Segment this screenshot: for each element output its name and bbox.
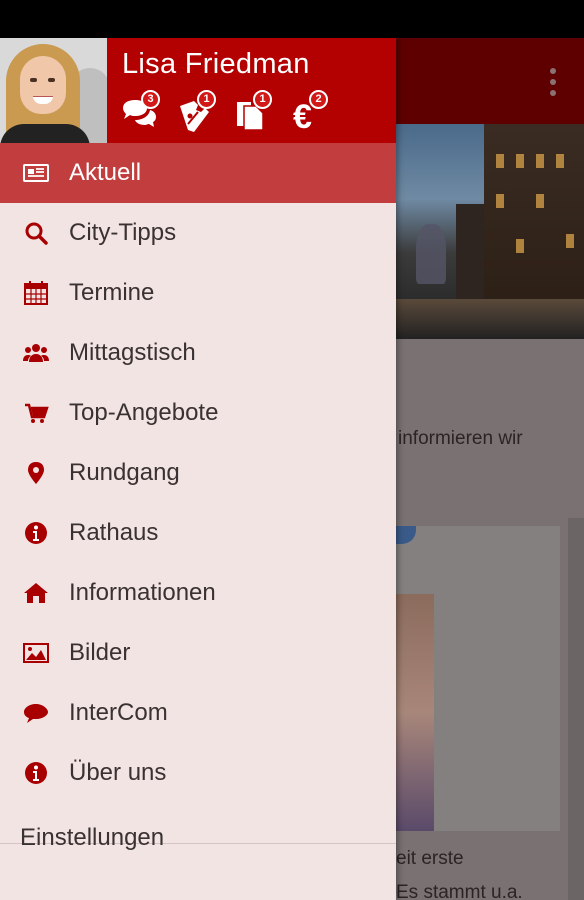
image-icon — [19, 638, 53, 668]
drawer-menu: Aktuell City-Tipps Termine Mittagstisch … — [0, 143, 396, 803]
calendar-icon — [19, 278, 53, 308]
avatar[interactable] — [0, 38, 107, 143]
menu-item-label: Über uns — [69, 759, 167, 786]
messages-button[interactable]: 3 — [120, 90, 160, 134]
hero-image — [396, 124, 584, 339]
payments-count-badge: 2 — [309, 90, 328, 109]
navigation-drawer: Lisa Friedman 3 1 1 € 2 Aktuell City-Tip… — [0, 38, 396, 900]
coupons-button[interactable]: 1 — [176, 90, 216, 134]
overflow-menu-icon[interactable] — [548, 68, 558, 96]
menu-item-label: City-Tipps — [69, 219, 177, 246]
menu-item-label: Informationen — [69, 579, 216, 606]
documents-button[interactable]: 1 — [232, 90, 272, 134]
info-icon — [19, 758, 53, 788]
group-icon — [19, 338, 53, 368]
menu-item-label: Termine — [69, 279, 155, 306]
menu-item-bilder[interactable]: Bilder — [0, 623, 396, 683]
documents-count-badge: 1 — [253, 90, 272, 109]
menu-item-city-tipps[interactable]: City-Tipps — [0, 203, 396, 263]
news-card-image — [396, 594, 434, 831]
search-icon — [19, 218, 53, 248]
menu-item-informationen[interactable]: Informationen — [0, 563, 396, 623]
menu-item-label: InterCom — [69, 699, 168, 726]
background-text: eit erste — [396, 848, 464, 869]
background-text: informieren wir — [398, 428, 523, 449]
chat-bubble-icon — [19, 698, 53, 728]
menu-item-label: Mittagstisch — [69, 339, 196, 366]
menu-item-label: Top-Angebote — [69, 399, 219, 426]
info-icon — [19, 518, 53, 548]
map-marker-icon — [19, 458, 53, 488]
status-bar — [0, 0, 584, 38]
messages-count-badge: 3 — [141, 90, 160, 109]
notification-badges: 3 1 1 € 2 — [120, 90, 328, 136]
cart-icon — [19, 398, 53, 428]
menu-item-ueber-uns[interactable]: Über uns — [0, 743, 396, 803]
profile-header: Lisa Friedman 3 1 1 € 2 — [0, 38, 396, 143]
menu-item-rathaus[interactable]: Rathaus — [0, 503, 396, 563]
menu-item-termine[interactable]: Termine — [0, 263, 396, 323]
menu-item-label: Rathaus — [69, 519, 159, 546]
coupons-count-badge: 1 — [197, 90, 216, 109]
home-icon — [19, 578, 53, 608]
user-name: Lisa Friedman — [122, 48, 310, 80]
card-edge — [568, 518, 584, 900]
payments-button[interactable]: € 2 — [288, 90, 328, 136]
menu-item-intercom[interactable]: InterCom — [0, 683, 396, 743]
menu-item-mittagstisch[interactable]: Mittagstisch — [0, 323, 396, 383]
menu-item-rundgang[interactable]: Rundgang — [0, 443, 396, 503]
settings-item[interactable]: Einstellungen — [20, 824, 164, 852]
menu-item-label: Bilder — [69, 639, 131, 666]
menu-item-label: Rundgang — [69, 459, 180, 486]
menu-item-aktuell[interactable]: Aktuell — [0, 143, 396, 203]
newspaper-icon — [19, 158, 53, 188]
menu-item-top-angebote[interactable]: Top-Angebote — [0, 383, 396, 443]
background-text: Es stammt u.a. — [396, 882, 523, 900]
menu-item-label: Aktuell — [69, 159, 142, 186]
